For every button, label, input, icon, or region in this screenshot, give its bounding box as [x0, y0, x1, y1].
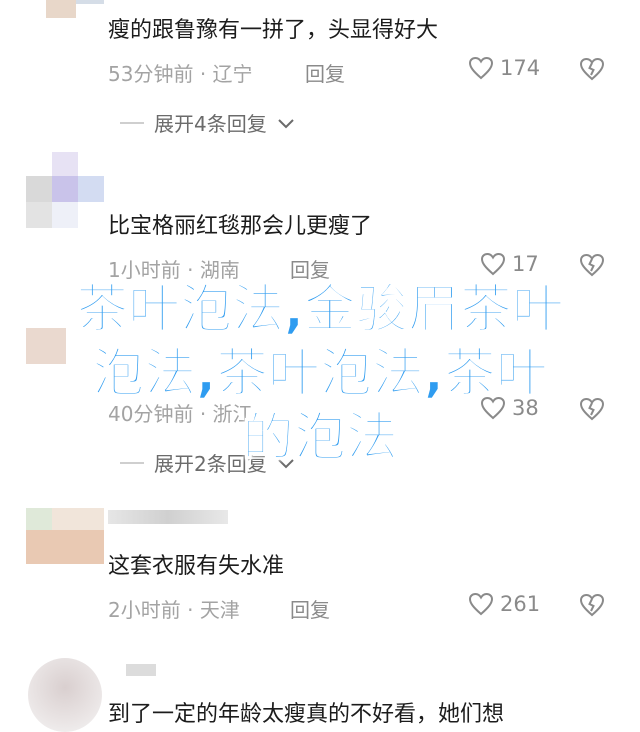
dislike-button[interactable]: [578, 592, 606, 622]
reply-button[interactable]: 回复: [305, 58, 345, 87]
avatar[interactable]: [26, 0, 104, 20]
expand-replies-button[interactable]: 展开4条回复: [120, 108, 295, 137]
like-button[interactable]: 17: [480, 252, 539, 276]
like-count: 261: [500, 592, 541, 616]
comment-location: 天津: [199, 598, 240, 622]
reply-button[interactable]: 回复: [290, 594, 330, 623]
comment-meta: 2小时前 · 天津: [108, 598, 240, 622]
comment-text: 这套衣服有失水准: [108, 554, 285, 579]
comment-time: 53分钟前: [108, 62, 194, 86]
avatar[interactable]: [26, 152, 104, 230]
comment-location: 浙江: [212, 402, 253, 426]
comment-time: 1小时前: [108, 258, 181, 282]
broken-heart-icon: [579, 253, 605, 277]
overlay-line: 的泡法: [241, 407, 399, 469]
reply-button[interactable]: 回复: [290, 254, 330, 283]
heart-icon: [480, 396, 506, 420]
comment-text: 到了一定的年龄太瘦真的不好看，她们想: [108, 702, 505, 727]
comment-time: 40分钟前: [108, 402, 194, 426]
like-button[interactable]: 174: [468, 56, 540, 80]
avatar[interactable]: [28, 658, 102, 732]
comment-text: 比宝格丽红毯那会儿更瘦了: [108, 214, 373, 239]
comment-location: 湖南: [199, 258, 240, 282]
divider-line: [120, 461, 144, 464]
comment-text: 瘦的跟鲁豫有一拼了，头显得好大: [108, 18, 439, 43]
chevron-down-icon: [277, 451, 295, 475]
avatar[interactable]: [26, 508, 104, 564]
broken-heart-icon: [579, 397, 605, 421]
username-blurred: [108, 510, 228, 524]
like-button[interactable]: 38: [480, 396, 539, 420]
like-count: 174: [500, 56, 541, 80]
comment-time: 2小时前: [108, 598, 181, 622]
comment-location: 辽宁: [212, 62, 253, 86]
like-button[interactable]: 261: [468, 592, 540, 616]
expand-label: 展开2条回复: [154, 452, 267, 476]
like-count: 38: [512, 396, 539, 420]
broken-heart-icon: [579, 593, 605, 617]
like-count: 17: [512, 252, 539, 276]
heart-icon: [480, 252, 506, 276]
broken-heart-icon: [579, 57, 605, 81]
expand-replies-button[interactable]: 展开2条回复: [120, 448, 295, 477]
title-overlay: 茶叶泡法,金骏眉茶叶 泡法,茶叶泡法,茶叶 的泡法: [0, 278, 640, 470]
comment-meta: 53分钟前 · 辽宁: [108, 62, 253, 86]
comment-meta: 40分钟前 · 浙江: [108, 402, 253, 426]
comment-meta: 1小时前 · 湖南: [108, 258, 240, 282]
dislike-button[interactable]: [578, 252, 606, 282]
chevron-down-icon: [277, 111, 295, 135]
divider-line: [120, 121, 144, 124]
expand-label: 展开4条回复: [154, 112, 267, 136]
heart-icon: [468, 56, 494, 80]
dislike-button[interactable]: [578, 396, 606, 426]
username-blurred: [126, 664, 156, 676]
dislike-button[interactable]: [578, 56, 606, 86]
heart-icon: [468, 592, 494, 616]
avatar[interactable]: [26, 318, 104, 368]
